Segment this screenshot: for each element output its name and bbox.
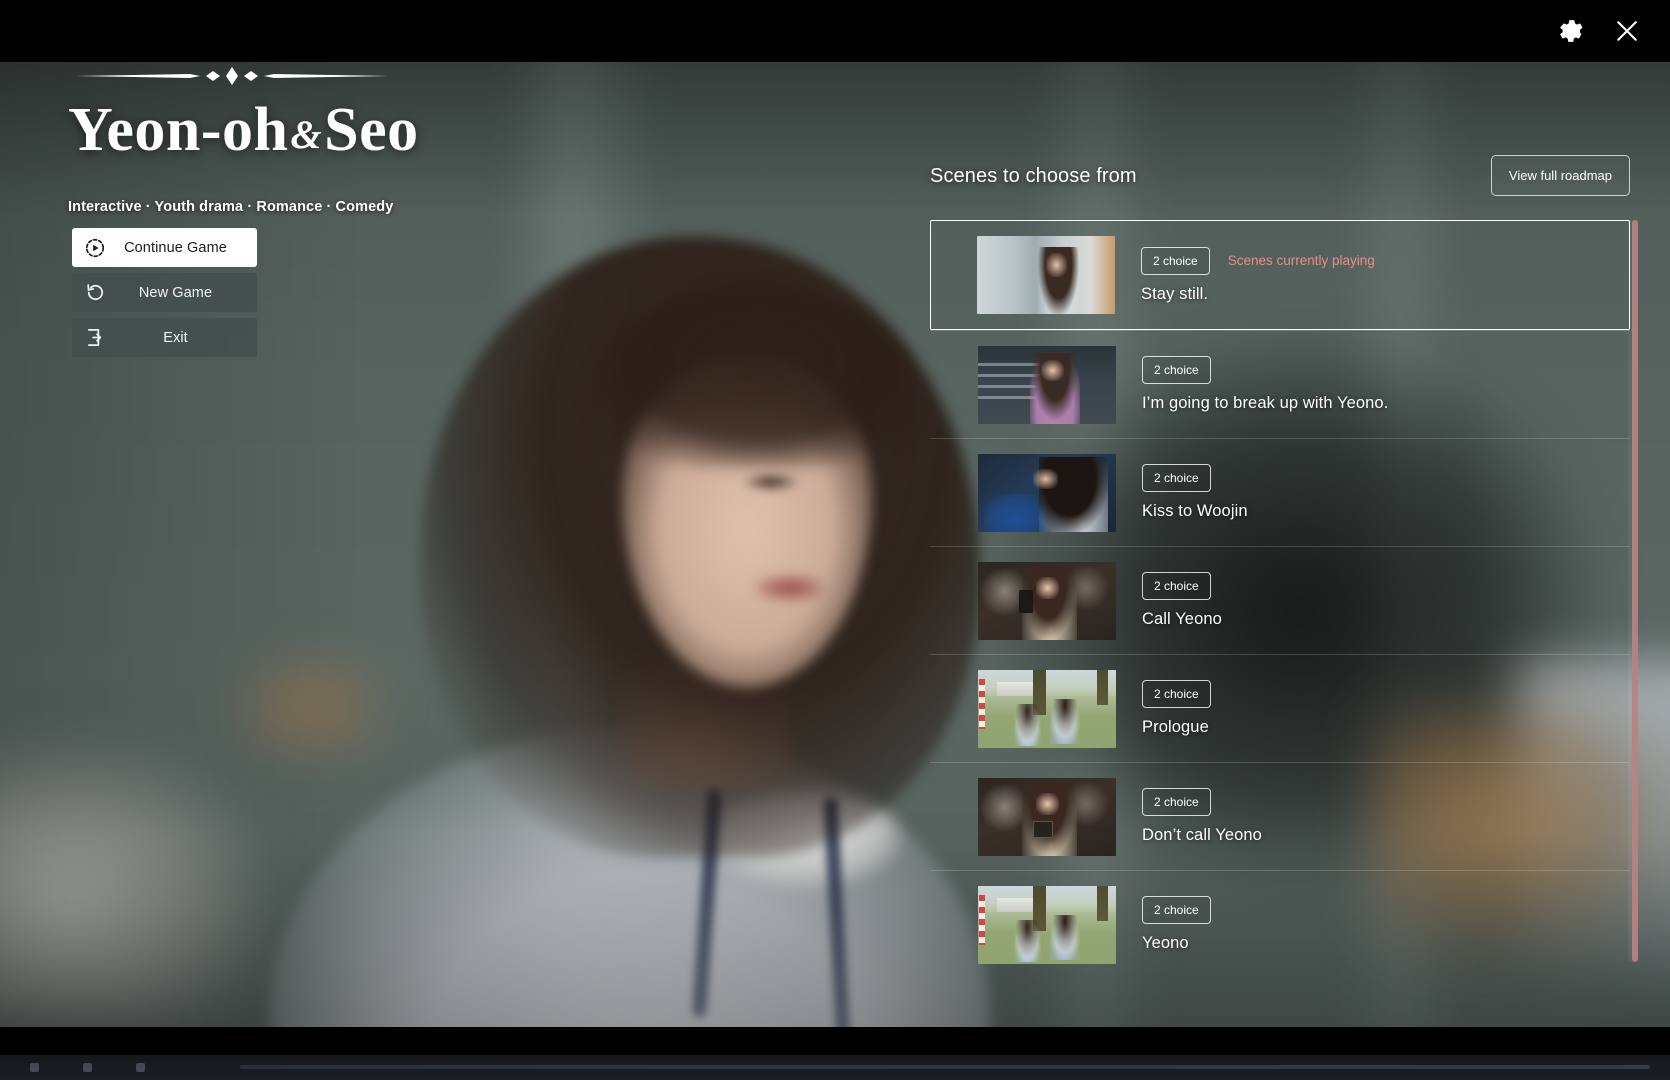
continue-game-label: Continue Game [124,239,227,256]
list-item[interactable]: 2 choice Call Yeono [930,546,1630,654]
game-main-menu-screen: Yeon-oh&Seo Interactive · Youth drama · … [0,0,1670,1080]
window-chrome-bar [0,0,1670,62]
main-menu: Continue Game New Game Exit [72,228,257,363]
close-icon[interactable] [1610,14,1644,48]
scenes-panel: Scenes to choose from View full roadmap … [930,155,1638,978]
choice-count-badge: 2 choice [1142,572,1211,600]
choice-count-badge: 2 choice [1142,356,1211,384]
taskbar-dot-1[interactable] [30,1063,39,1072]
choice-count-badge: 2 choice [1141,246,1210,275]
scenes-scrollbar-thumb[interactable] [1632,220,1638,962]
taskbar-dot-2[interactable] [83,1063,92,1072]
scenes-heading: Scenes to choose from [930,165,1137,187]
new-game-label: New Game [138,284,213,301]
continue-game-button[interactable]: Continue Game [72,228,257,267]
scenes-list: 2 choice Scenes currently playing Stay s… [930,220,1638,978]
taskbar-rail [240,1065,1650,1069]
scene-title: I’m going to break up with Yeono. [1142,394,1389,412]
exit-button[interactable]: Exit [72,318,257,357]
scene-thumbnail [978,561,1116,640]
scene-thumbnail [978,777,1116,856]
character-figure [270,187,990,1027]
title-part-end: Seo [324,96,419,164]
exit-label: Exit [163,329,188,346]
game-title-block: Yeon-oh&Seo Interactive · Youth drama · … [68,63,488,215]
scene-thumbnail [978,669,1116,748]
play-in-dashed-circle-icon [72,237,118,259]
window-bottom-band [0,1027,1670,1055]
scene-title: Kiss to Woojin [1142,502,1248,520]
scene-title: Don’t call Yeono [1142,826,1262,844]
list-item[interactable]: 2 choice I’m going to break up with Yeon… [930,330,1630,438]
scene-title: Prologue [1142,718,1209,736]
settings-gear-icon[interactable] [1554,14,1588,48]
choice-count-badge: 2 choice [1142,680,1211,708]
scene-title: Yeono [1142,934,1189,952]
scene-thumbnail [978,345,1116,424]
scene-title: Stay still. [1141,284,1209,303]
choice-count-badge: 2 choice [1142,788,1211,816]
list-item[interactable]: 2 choice Don’t call Yeono [930,762,1630,870]
status-badge: Scenes currently playing [1227,253,1375,268]
list-item[interactable]: 2 choice Prologue [930,654,1630,762]
view-full-roadmap-button[interactable]: View full roadmap [1490,155,1630,196]
exit-door-arrow-icon [72,326,118,349]
title-ornament-divider [76,67,388,85]
scene-thumbnail [978,453,1116,532]
title-ampersand: & [290,112,323,157]
title-part-main: Yeon-oh [68,96,289,164]
scene-title: Call Yeono [1142,610,1222,628]
scenes-scrollbar-track[interactable] [1628,220,1638,962]
scene-thumbnail [977,236,1115,314]
choice-count-badge: 2 choice [1142,464,1211,492]
restart-arrow-icon [72,281,118,304]
list-item[interactable]: 2 choice Yeono [930,870,1630,978]
list-item[interactable]: 2 choice Kiss to Woojin [930,438,1630,546]
choice-count-badge: 2 choice [1142,896,1211,924]
os-taskbar [0,1055,1670,1080]
taskbar-dot-3[interactable] [136,1063,145,1072]
genre-tags: Interactive · Youth drama · Romance · Co… [68,199,394,216]
new-game-button[interactable]: New Game [72,273,257,312]
list-item[interactable]: 2 choice Scenes currently playing Stay s… [930,220,1630,330]
scene-thumbnail [978,885,1116,964]
scenes-panel-header: Scenes to choose from View full roadmap [930,155,1630,196]
page-title: Yeon-oh&Seo [68,96,488,164]
